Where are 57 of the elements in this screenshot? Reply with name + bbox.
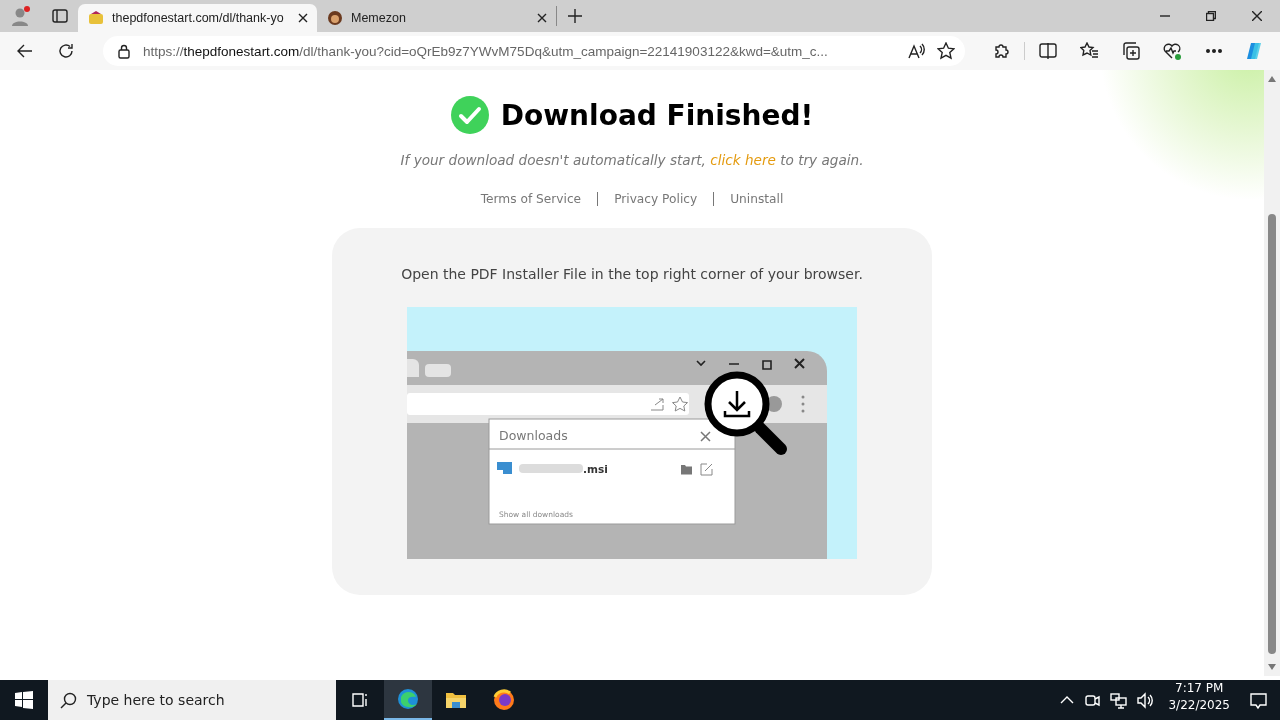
installer-file-icon: [497, 462, 512, 474]
collections-icon[interactable]: [1121, 42, 1140, 60]
refresh-icon[interactable]: [57, 42, 76, 60]
clock-time: 7:17 PM: [1175, 680, 1224, 697]
favorites-icon[interactable]: [1080, 42, 1099, 60]
tab-actions-icon[interactable]: [51, 7, 69, 25]
folder-icon: [681, 465, 692, 475]
close-icon[interactable]: [1252, 11, 1262, 21]
browser-essentials-icon[interactable]: [1162, 41, 1182, 61]
tab-drawing: [407, 359, 419, 377]
open-file-icon: [700, 463, 713, 476]
volume-icon[interactable]: [1137, 691, 1155, 709]
scroll-up-icon[interactable]: [1268, 76, 1276, 82]
camera-icon[interactable]: [1084, 692, 1101, 708]
back-icon[interactable]: [15, 42, 34, 60]
tab-drawing: [425, 364, 451, 377]
edge-browser-icon[interactable]: [397, 688, 419, 710]
profile-icon[interactable]: [11, 6, 31, 26]
address-bar[interactable]: https://thepdfonestart.com/dl/thank-you?cid=oQrEb9z7YWvM75Dq&utm_campaign=22141903122&kwd=&utm_c...: [103, 36, 966, 66]
search-icon: [60, 691, 77, 709]
close-icon[interactable]: [297, 12, 309, 24]
scrollbar[interactable]: [1264, 70, 1280, 676]
site-favicon-icon: [88, 10, 104, 26]
search-placeholder: Type here to search: [87, 692, 225, 708]
close-icon[interactable]: [536, 12, 548, 24]
taskbar-search-field[interactable]: Type here to search: [48, 680, 336, 720]
face-avatar-icon: [327, 10, 343, 26]
page-heading: Download Finished!: [500, 98, 814, 132]
windows-start-icon[interactable]: [15, 691, 33, 709]
task-view-icon[interactable]: [351, 691, 369, 709]
file-extension: .msi: [583, 463, 608, 475]
read-aloud-icon[interactable]: [907, 43, 926, 59]
extensions-icon[interactable]: [992, 42, 1011, 60]
url-text: https://thepdfonestart.com/dl/thank-you?cid=oQrEb9z7YWvM75Dq&utm_campaign=22141903122&kwd=&utm_c...: [143, 43, 829, 59]
firefox-icon[interactable]: [493, 689, 515, 711]
browser-tab[interactable]: Memezon: [317, 4, 556, 32]
favorite-star-icon[interactable]: [937, 42, 956, 60]
check-icon: [450, 96, 489, 134]
blurred-filename: [519, 464, 583, 473]
show-hidden-icons-icon[interactable]: [1060, 694, 1075, 706]
notifications-icon[interactable]: [1248, 690, 1268, 710]
footer-link[interactable]: Uninstall: [713, 192, 800, 206]
retry-message: If your download doesn't automatically start, click here to try again.: [400, 152, 864, 168]
footer-link[interactable]: Terms of Service: [464, 192, 598, 206]
new-tab-icon[interactable]: [567, 8, 583, 24]
restore-icon[interactable]: [1206, 11, 1216, 21]
panel-title: Downloads: [499, 428, 568, 443]
magnifier-icon: [704, 371, 787, 455]
split-screen-icon[interactable]: [1038, 42, 1057, 60]
network-icon[interactable]: [1110, 691, 1128, 709]
footer-link[interactable]: Privacy Policy: [597, 192, 714, 206]
scroll-down-icon[interactable]: [1268, 664, 1276, 670]
close-icon: [700, 431, 711, 442]
lock-icon: [117, 43, 132, 59]
instruction-text: Open the PDF Installer File in the top right corner of your browser.: [401, 266, 863, 282]
clock-date: 3/22/2025: [1168, 697, 1230, 714]
browser-tab[interactable]: thepdfonestart.com/dl/thank-yo: [78, 4, 317, 32]
